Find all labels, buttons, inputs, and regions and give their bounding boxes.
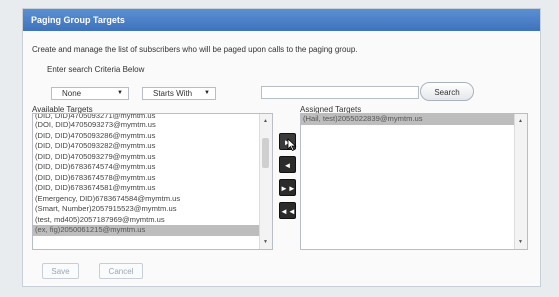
triangle-up-icon[interactable]: ▲ [515,116,526,126]
pointer-cursor-icon [287,138,297,151]
assigned-targets-list[interactable]: (Hail, test)2055022839@mymtm.us ▲ ▼ [300,113,528,250]
chevron-down-icon: ▼ [117,90,123,96]
search-input[interactable] [261,86,419,99]
available-targets-list[interactable]: (DID, DID)4705093271@mymtm.us (DOI, DID)4… [32,113,273,250]
assigned-targets-items: (Hail, test)2055022839@mymtm.us [301,114,515,249]
move-all-left-button[interactable]: ◄◄ [279,202,296,219]
cancel-button[interactable]: Cancel [99,263,143,279]
paging-group-targets-dialog: Paging Group Targets Create and manage t… [22,8,541,287]
available-list-item[interactable]: (test, md405)2057187969@mymtm.us [33,215,260,226]
triangle-down-icon[interactable]: ▼ [260,237,271,247]
dialog-title: Paging Group Targets [23,9,540,31]
scrollbar-thumb[interactable] [262,138,269,168]
assigned-list-scrollbar[interactable]: ▲ ▼ [514,114,527,249]
move-all-right-button[interactable]: ►► [279,179,296,196]
available-list-item[interactable]: (DID, DID)6783674578@mymtm.us [33,173,260,184]
available-targets-items: (DID, DID)4705093271@mymtm.us (DOI, DID)4… [33,114,260,249]
triangle-down-icon[interactable]: ▼ [515,237,526,247]
available-list-item[interactable]: (Smart, Number)2057915523@mymtm.us [33,204,260,215]
triangle-up-icon[interactable]: ▲ [260,116,271,126]
chevron-down-icon: ▼ [204,90,210,96]
save-button[interactable]: Save [42,263,79,279]
search-mode-select[interactable]: Starts With ▼ [142,87,216,100]
available-list-scrollbar[interactable]: ▲ ▼ [259,114,272,249]
move-left-button[interactable]: ◄ [279,156,296,173]
available-list-item[interactable]: (DID, DID)6783674574@mymtm.us [33,162,260,173]
available-list-item[interactable]: (DOI, DID)4705093273@mymtm.us [33,120,260,131]
available-list-item[interactable]: (DID, DID)4705093282@mymtm.us [33,141,260,152]
search-mode-value: Starts With [153,89,193,98]
search-type-value: None [62,89,82,98]
available-list-item[interactable]: (ex, fig)2050061215@mymtm.us [33,225,260,236]
search-type-select[interactable]: None ▼ [51,87,129,100]
dialog-description: Create and manage the list of subscriber… [32,45,358,54]
assigned-list-item[interactable]: (Hail, test)2055022839@mymtm.us [301,114,515,125]
available-list-item[interactable]: (Emergency, DID)6783674584@mymtm.us [33,194,260,205]
search-criteria-label: Enter search Criteria Below [47,65,145,74]
search-button[interactable]: Search [420,82,474,101]
available-list-item[interactable]: (DID, DID)4705093286@mymtm.us [33,131,260,142]
available-list-item[interactable]: (DID, DID)4705093279@mymtm.us [33,152,260,163]
available-list-item[interactable]: (DID, DID)6783674581@mymtm.us [33,183,260,194]
